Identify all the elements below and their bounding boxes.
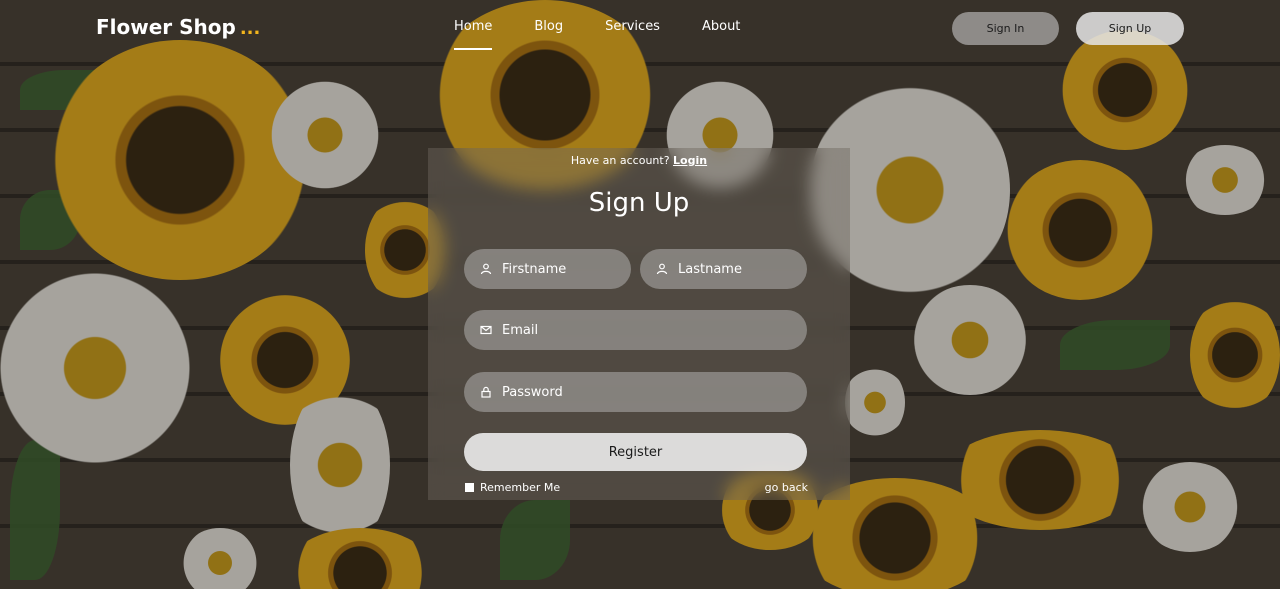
leaf — [1060, 320, 1170, 370]
daisy — [270, 80, 380, 190]
sunflower — [220, 295, 350, 425]
login-link[interactable]: Login — [673, 154, 707, 167]
nav-link-blog[interactable]: Blog — [534, 19, 563, 34]
sign-in-button[interactable]: Sign In — [952, 12, 1059, 45]
daisy — [1138, 462, 1242, 552]
sunflower — [1190, 295, 1280, 415]
password-placeholder: Password — [502, 384, 563, 400]
user-icon — [656, 263, 668, 275]
login-prompt: Have an account? Login — [428, 154, 850, 167]
leaf — [10, 440, 60, 580]
form-title: Sign Up — [588, 188, 690, 218]
firstname-placeholder: Firstname — [502, 261, 567, 277]
mail-icon — [480, 324, 492, 336]
lastname-field[interactable]: Lastname — [640, 249, 807, 289]
daisy — [180, 528, 260, 589]
sign-up-button[interactable]: Sign Up — [1076, 12, 1184, 45]
nav-links: Home Blog Services About — [454, 19, 740, 50]
login-prompt-text: Have an account? — [570, 154, 670, 167]
email-field[interactable]: Email — [464, 310, 807, 350]
leaf — [20, 190, 80, 250]
brand-logo[interactable]: Flower Shop... — [96, 15, 260, 39]
leaf — [20, 70, 110, 110]
remember-me-checkbox[interactable] — [465, 483, 474, 492]
daisy — [1180, 145, 1270, 215]
daisy — [910, 285, 1030, 395]
top-nav: Flower Shop... Home Blog Services About … — [0, 0, 1280, 60]
daisy — [0, 268, 190, 468]
nav-link-about[interactable]: About — [702, 19, 740, 34]
remember-me-label: Remember Me — [480, 481, 561, 494]
go-back-link[interactable]: go back — [765, 481, 808, 494]
sunflower — [1005, 160, 1155, 300]
password-field[interactable]: Password — [464, 372, 807, 412]
sunflower — [940, 430, 1140, 530]
sunflower — [285, 528, 435, 589]
lock-icon — [480, 386, 492, 398]
leaf — [500, 500, 570, 580]
daisy — [845, 365, 905, 440]
remember-me[interactable]: Remember Me — [465, 481, 560, 494]
register-button[interactable]: Register — [464, 433, 807, 471]
nav-link-services[interactable]: Services — [605, 19, 660, 34]
user-icon — [480, 263, 492, 275]
email-placeholder: Email — [502, 322, 539, 338]
lastname-placeholder: Lastname — [678, 261, 742, 277]
daisy — [290, 380, 390, 550]
brand-dots: ... — [239, 18, 261, 39]
nav-link-home[interactable]: Home — [454, 19, 493, 50]
firstname-field[interactable]: Firstname — [464, 249, 631, 289]
sunflower — [50, 40, 310, 280]
signup-card: Have an account? Login Sign Up Firstname… — [428, 148, 850, 500]
brand-name: Flower Shop — [96, 15, 236, 39]
